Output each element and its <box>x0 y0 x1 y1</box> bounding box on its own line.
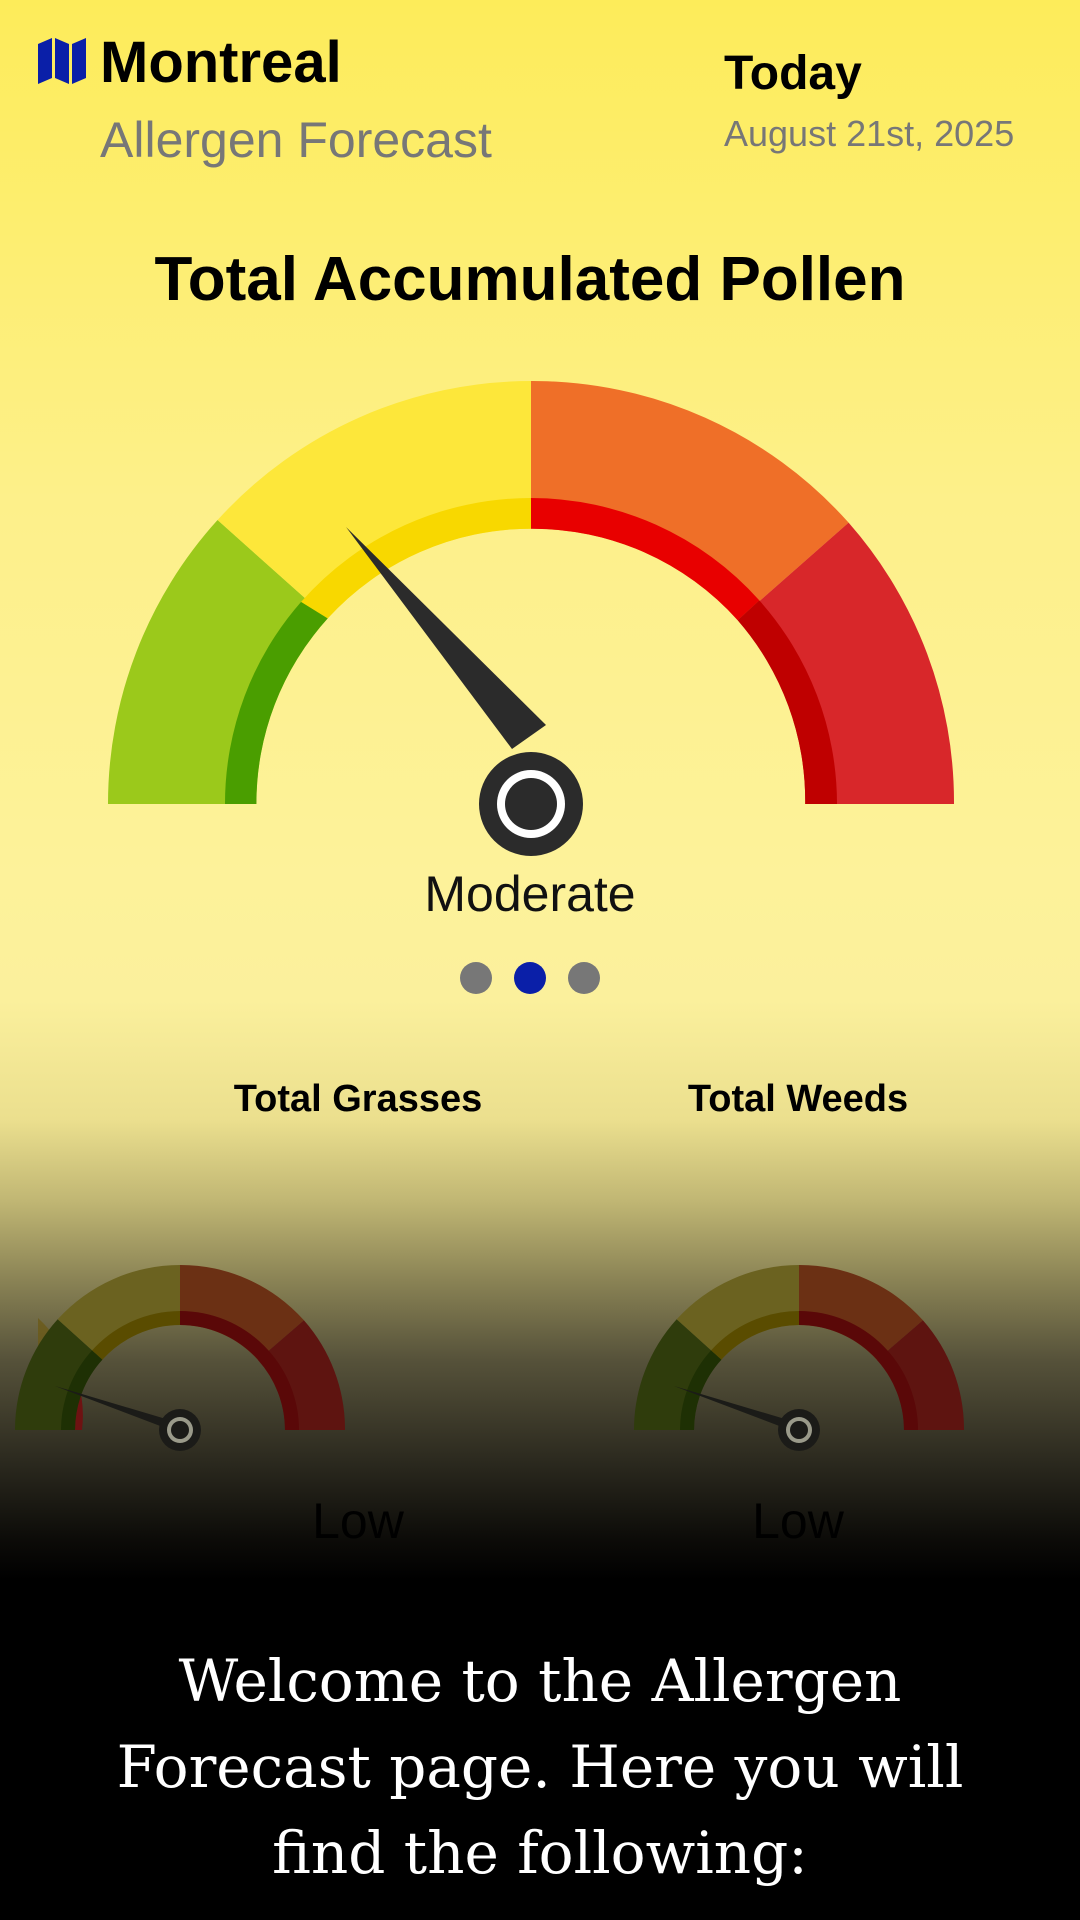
day-label: Today <box>724 47 862 100</box>
carousel-indicator[interactable] <box>0 962 1060 996</box>
forecast-date: August 21st, 2025 <box>724 113 1015 154</box>
grasses-title: Total Grasses <box>233 1078 483 1120</box>
map-icon <box>38 38 86 84</box>
carousel-dot-1[interactable] <box>460 962 492 994</box>
total-pollen-gauge[interactable] <box>0 340 1080 880</box>
grasses-gauge[interactable] <box>0 1240 360 1470</box>
weeds-level: Low <box>752 1493 844 1549</box>
page-subtitle: Allergen Forecast <box>100 112 492 168</box>
total-pollen-level: Moderate <box>424 866 636 922</box>
carousel-dot-2[interactable] <box>514 962 546 994</box>
city-name: Montreal <box>100 30 342 95</box>
welcome-message: Welcome to the Allergen Forecast page. H… <box>116 1647 964 1887</box>
weeds-gauge[interactable] <box>619 1240 979 1470</box>
weeds-title: Total Weeds <box>687 1078 909 1120</box>
gauge-needle <box>346 527 546 749</box>
header: Montreal Allergen Forecast Today August … <box>0 0 1080 200</box>
main-gauge-title: Total Accumulated Pollen <box>154 245 906 314</box>
carousel-dot-3[interactable] <box>568 962 600 994</box>
grasses-level: Low <box>312 1493 404 1549</box>
